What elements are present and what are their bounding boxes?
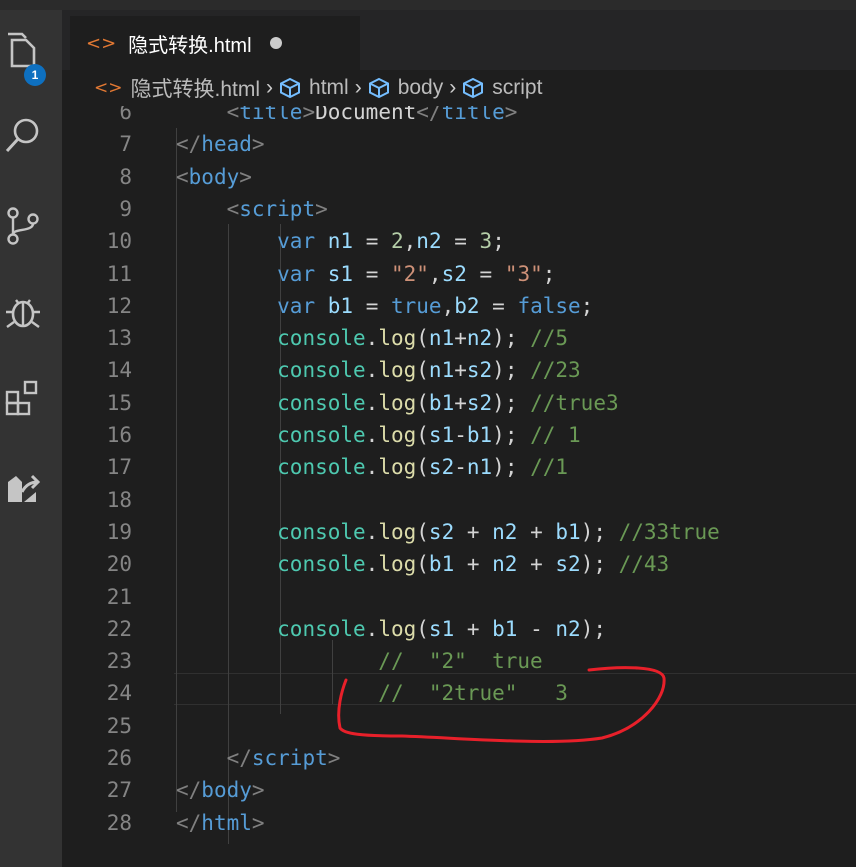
breadcrumb-item-body[interactable]: body — [398, 76, 444, 100]
unsaved-dot-icon[interactable] — [269, 37, 282, 49]
breadcrumb: <> 隐式转换.html › html › body › script — [62, 70, 856, 106]
window-top-strip — [0, 0, 856, 10]
tab-bar: <> 隐式转换.html — [62, 10, 856, 70]
remote-share-icon[interactable] — [4, 468, 42, 508]
search-icon[interactable] — [4, 116, 42, 156]
breadcrumb-item-file[interactable]: 隐式转换.html — [131, 73, 261, 103]
red-annotation-circle — [337, 666, 666, 743]
cube-icon — [280, 77, 301, 99]
explorer-badge: 1 — [24, 64, 46, 86]
html-file-icon: <> — [94, 78, 123, 98]
tab-active-file[interactable]: <> 隐式转换.html — [70, 16, 360, 70]
code-editor[interactable]: 6 <title>Document</title> 7 </head> 8 <body>… — [62, 106, 856, 867]
tab-label: 隐式转换.html — [128, 34, 252, 57]
cube-icon — [463, 77, 484, 99]
extensions-icon[interactable] — [4, 378, 42, 418]
run-debug-icon[interactable] — [4, 292, 42, 332]
activity-bar: 1 — [0, 10, 62, 867]
source-control-icon[interactable] — [4, 206, 42, 246]
cube-icon — [368, 77, 389, 99]
chevron-right-icon: › — [449, 76, 457, 99]
breadcrumb-item-script[interactable]: script — [492, 76, 542, 100]
html-file-icon: <> — [86, 32, 117, 54]
breadcrumb-item-html[interactable]: html — [309, 76, 349, 100]
chevron-right-icon: › — [354, 76, 362, 99]
chevron-right-icon: › — [266, 76, 274, 99]
